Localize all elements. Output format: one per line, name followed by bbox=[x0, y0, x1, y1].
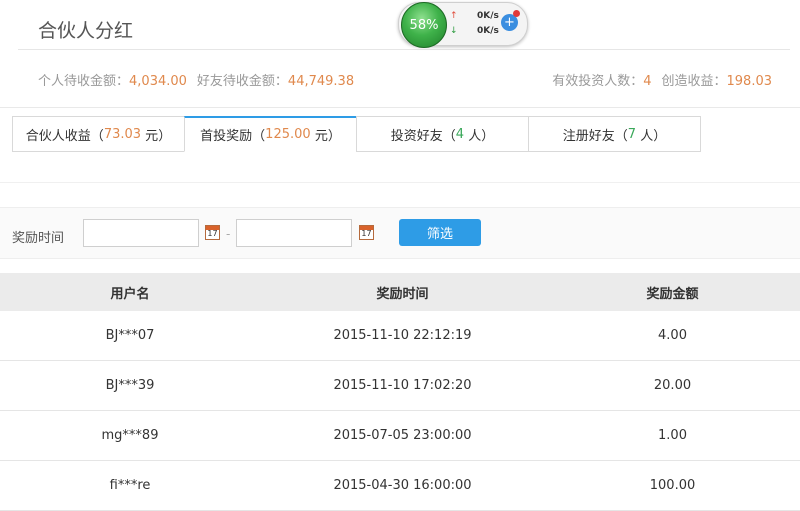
cell-reward-amount: 4.00 bbox=[658, 328, 687, 343]
filter-button[interactable]: 筛选 bbox=[399, 219, 481, 246]
investors-label: 有效投资人数： bbox=[552, 74, 644, 89]
filter-bar: 奖励时间 17 - 17 筛选 bbox=[0, 207, 800, 259]
pending-value: 4,034.00 bbox=[129, 74, 187, 89]
investors-value: 4 bbox=[643, 74, 652, 89]
column-header-username: 用户名 bbox=[110, 286, 150, 302]
table-row: mg***89 2015-07-05 23:00:00 1.00 bbox=[0, 411, 800, 461]
column-header-reward-time: 奖励时间 bbox=[376, 286, 429, 302]
tab-panel-divider bbox=[0, 182, 800, 183]
created-label: 创造收益： bbox=[661, 74, 727, 89]
pending-label: 个人待收金额： bbox=[38, 74, 130, 89]
cell-username: BJ***39 bbox=[105, 378, 155, 393]
filter-label: 奖励时间 bbox=[12, 231, 65, 246]
download-arrow-icon: ↓ bbox=[450, 26, 458, 36]
calendar-icon[interactable]: 17 bbox=[359, 225, 374, 240]
tab-label: 注册好友 bbox=[562, 128, 615, 144]
tab-partner-income[interactable]: 合伙人收益（73.03 元） bbox=[12, 116, 185, 152]
tab-value: 73.03 bbox=[103, 126, 142, 142]
tab-first-invest-reward[interactable]: 首投奖励（125.00 元） bbox=[184, 116, 357, 152]
friends-pending-label: 好友待收金额： bbox=[196, 74, 288, 89]
network-speed-widget[interactable]: 58% ↑ 0K/s ↓ 0K/s + bbox=[398, 2, 528, 48]
tab-invest-friends[interactable]: 投资好友（4 人） bbox=[356, 116, 529, 152]
tab-value: 4 bbox=[455, 126, 465, 142]
end-date-input[interactable] bbox=[236, 219, 352, 247]
upload-speed: 0K/s bbox=[477, 11, 499, 21]
start-date-input[interactable] bbox=[83, 219, 199, 247]
column-header-reward-amount: 奖励金额 bbox=[646, 286, 699, 302]
cell-reward-time: 2015-04-30 16:00:00 bbox=[333, 478, 472, 493]
friends-pending-value: 44,749.38 bbox=[287, 74, 355, 89]
cell-username: BJ***07 bbox=[105, 328, 155, 343]
table-row: BJ***39 2015-11-10 17:02:20 20.00 bbox=[0, 361, 800, 411]
table-header: 用户名 奖励时间 奖励金额 bbox=[0, 273, 800, 311]
summary-divider bbox=[0, 107, 800, 108]
tab-label: 合伙人收益 bbox=[25, 128, 91, 144]
calendar-icon[interactable]: 17 bbox=[205, 225, 220, 240]
cell-reward-amount: 20.00 bbox=[653, 378, 692, 393]
memory-usage-orb[interactable]: 58% bbox=[401, 2, 447, 48]
cell-reward-amount: 100.00 bbox=[649, 478, 696, 493]
summary-left: 个人待收金额：4,034.00 好友待收金额：44,749.38 bbox=[38, 70, 354, 89]
summary-right: 有效投资人数：4 创造收益：198.03 bbox=[552, 70, 772, 89]
cell-username: mg***89 bbox=[101, 428, 159, 443]
tab-label: 投资好友 bbox=[390, 128, 443, 144]
tab-value: 7 bbox=[627, 126, 637, 142]
table-row: BJ***07 2015-11-10 22:12:19 4.00 bbox=[0, 311, 800, 361]
tab-value: 125.00 bbox=[265, 127, 311, 142]
tab-label: 首投奖励 bbox=[200, 129, 253, 144]
cell-reward-time: 2015-07-05 23:00:00 bbox=[333, 428, 472, 443]
download-speed: 0K/s bbox=[477, 26, 499, 36]
title-divider bbox=[18, 49, 790, 50]
upload-arrow-icon: ↑ bbox=[450, 11, 458, 21]
cell-reward-time: 2015-11-10 17:02:20 bbox=[333, 378, 472, 393]
tab-registered-friends[interactable]: 注册好友（7 人） bbox=[528, 116, 701, 152]
created-value: 198.03 bbox=[726, 74, 773, 89]
cell-reward-amount: 1.00 bbox=[658, 428, 687, 443]
date-separator: - bbox=[226, 227, 231, 241]
table-row: fi***re 2015-04-30 16:00:00 100.00 bbox=[0, 461, 800, 511]
page-title: 合伙人分红 bbox=[38, 20, 134, 42]
cell-username: fi***re bbox=[109, 478, 151, 493]
cell-reward-time: 2015-11-10 22:12:19 bbox=[333, 328, 472, 343]
reward-table: 用户名 奖励时间 奖励金额 BJ***07 2015-11-10 22:12:1… bbox=[0, 273, 800, 511]
notification-dot-icon bbox=[513, 10, 520, 17]
